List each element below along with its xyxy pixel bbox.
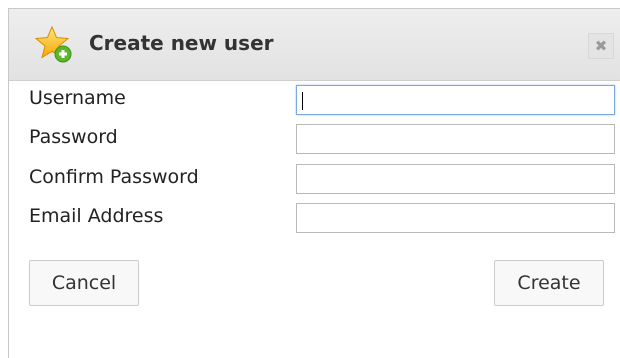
star-add-icon [34,25,73,63]
password-label: Password [29,126,118,148]
email-row: Email Address [29,203,615,233]
email-label: Email Address [29,205,164,227]
close-button[interactable]: ✖ [588,33,614,59]
password-row: Password [29,124,615,154]
email-input[interactable] [296,203,615,233]
cancel-button[interactable]: Cancel [29,260,139,306]
confirm-password-label: Confirm Password [29,166,199,188]
password-input[interactable] [296,124,615,154]
dialog-titlebar[interactable]: Create new user ✖ [9,9,620,81]
username-label: Username [29,87,126,109]
confirm-password-row: Confirm Password [29,164,615,194]
confirm-password-input[interactable] [296,164,615,194]
create-user-dialog: Create new user ✖ Username Password Conf… [8,8,620,358]
username-row: Username [29,85,615,115]
text-caret [302,92,303,110]
dialog-title: Create new user [89,31,274,55]
close-icon: ✖ [594,37,608,55]
username-input[interactable] [296,85,615,115]
create-button[interactable]: Create [494,260,604,306]
